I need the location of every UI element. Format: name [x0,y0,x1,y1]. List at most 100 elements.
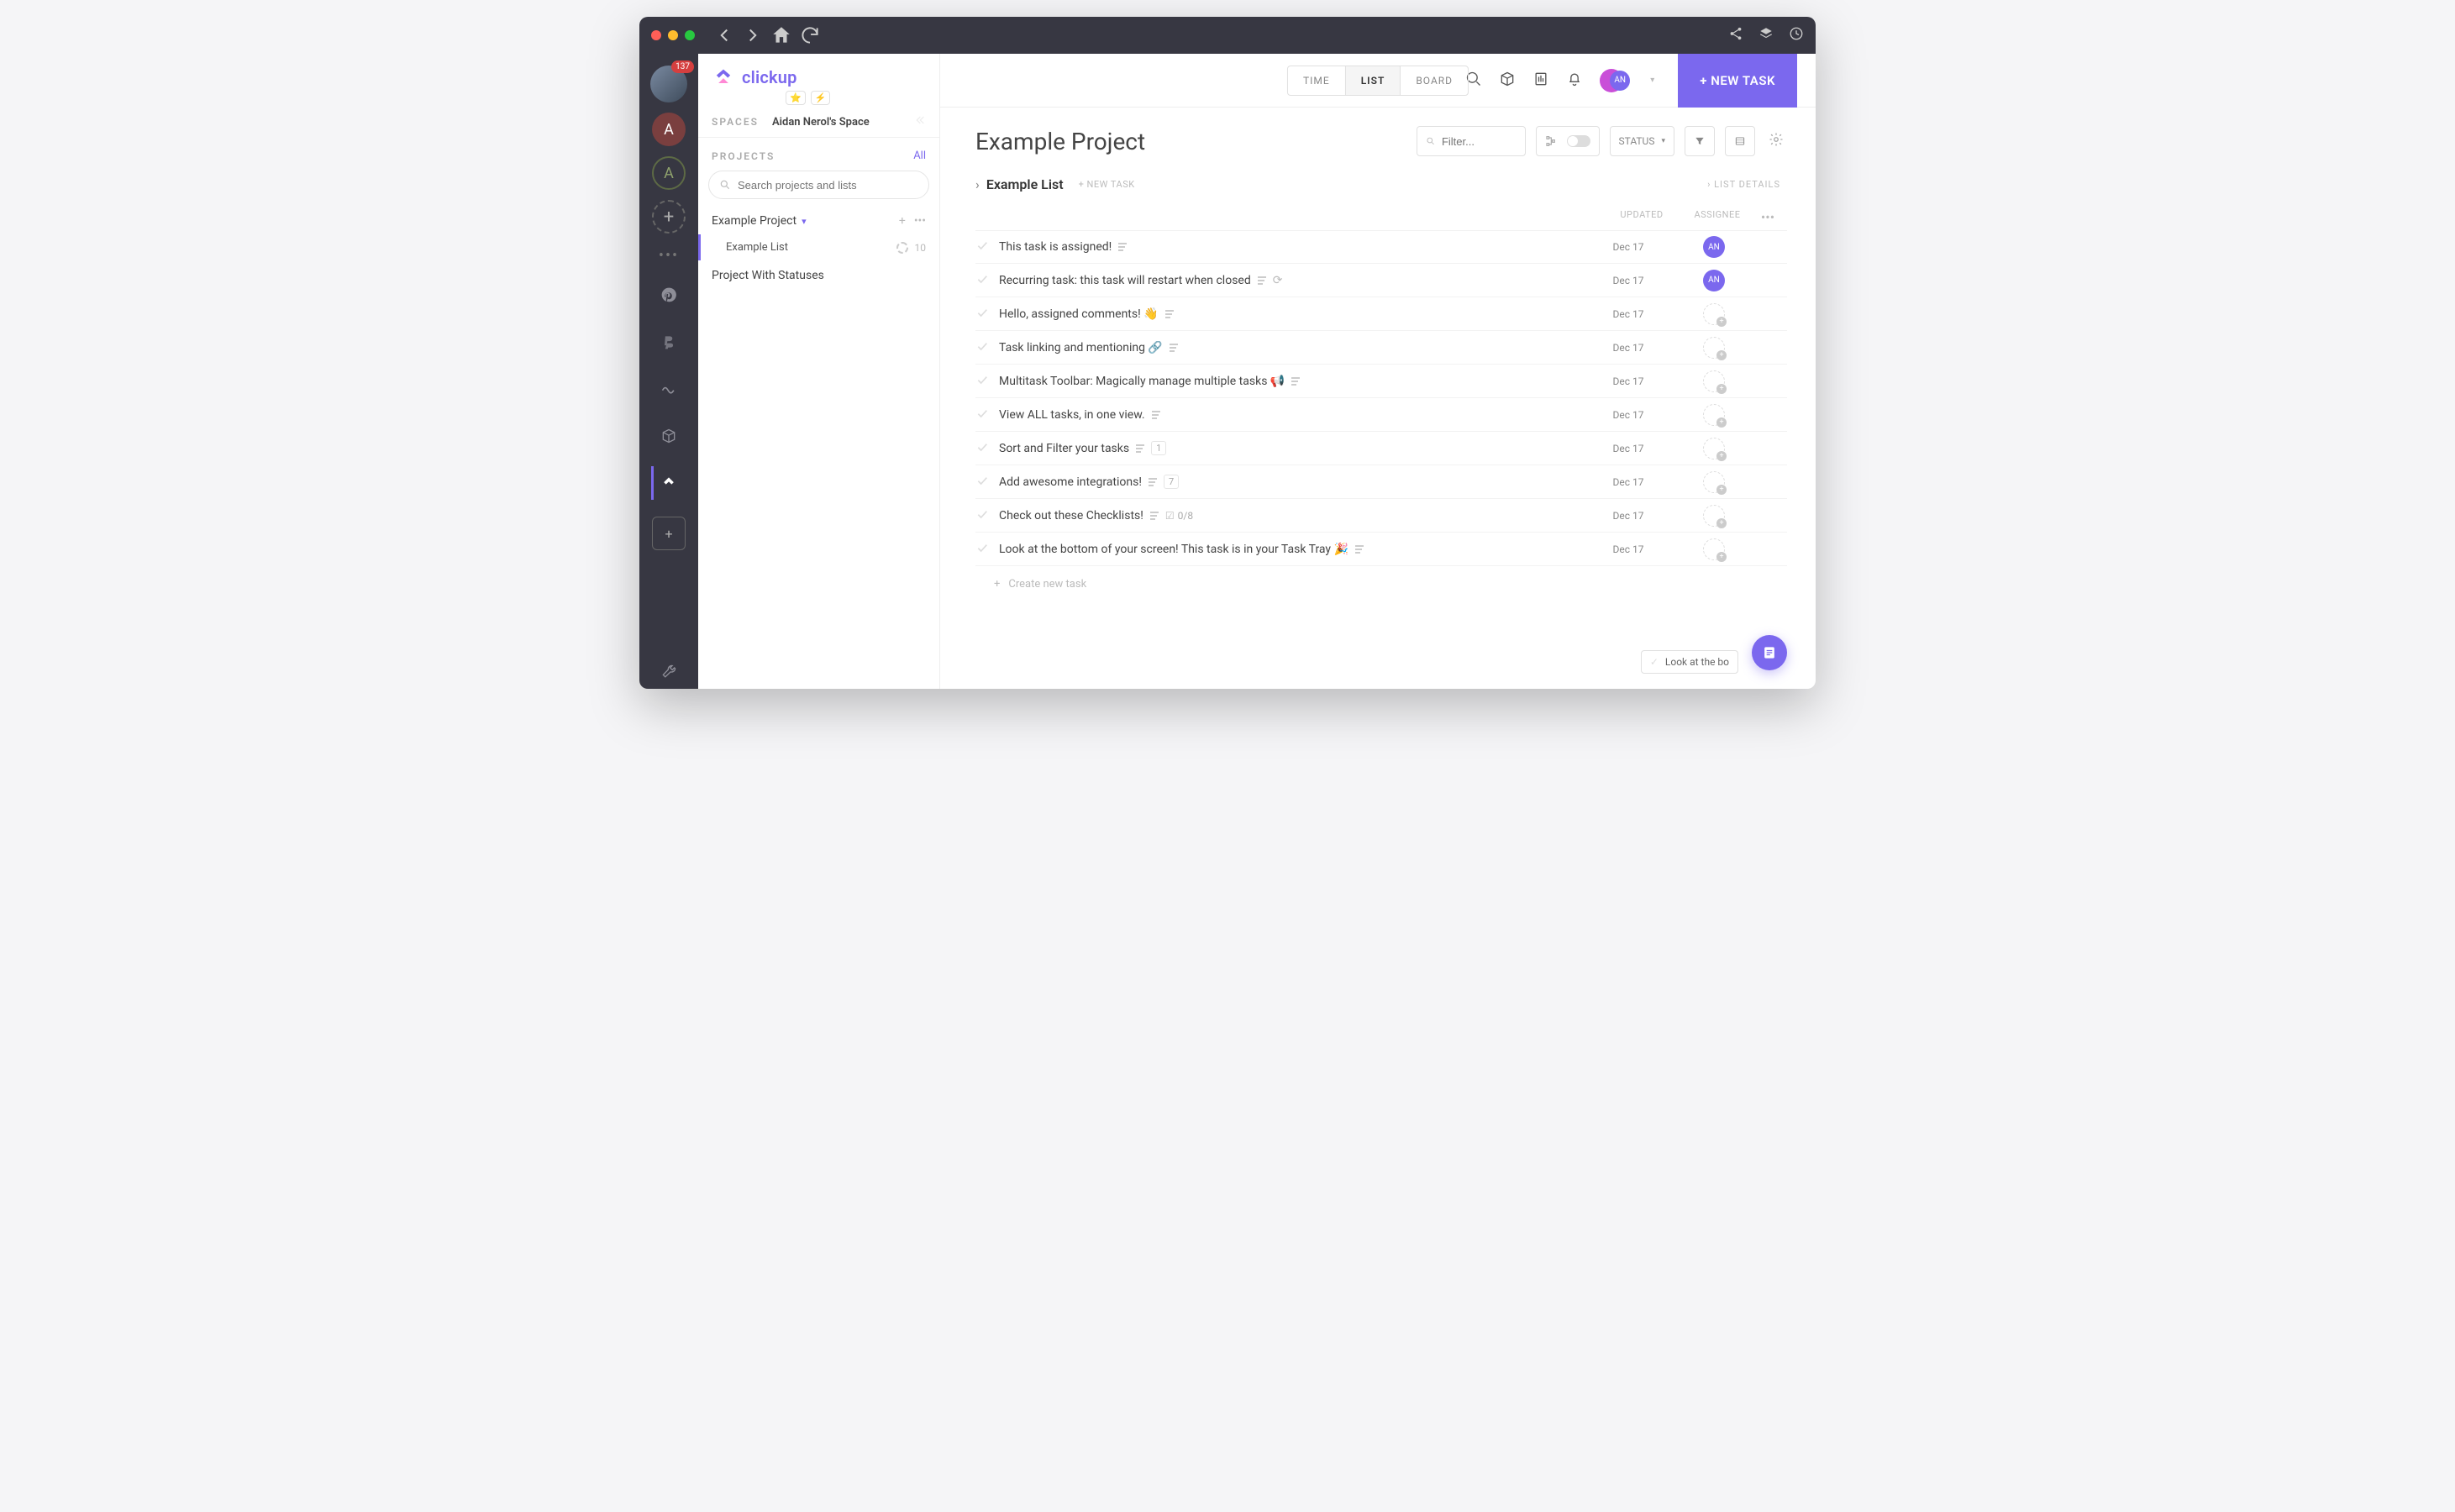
checkmark-icon[interactable] [975,272,989,289]
filter-input[interactable] [1417,126,1526,156]
checkmark-icon[interactable] [975,440,989,457]
search-projects-input[interactable] [708,171,929,199]
add-list-icon[interactable]: + [899,214,906,228]
task-title[interactable]: This task is assigned! [999,240,1580,254]
sidebar-project-example[interactable]: Example Project ▾ + ••• [698,207,939,234]
task-assignee[interactable] [1676,337,1752,359]
col-updated[interactable]: UPDATED [1604,209,1680,225]
task-title[interactable]: Recurring task: this task will restart w… [999,274,1580,287]
cube-icon[interactable] [1499,71,1516,91]
wave-icon[interactable] [652,372,686,406]
task-assignee[interactable] [1676,471,1752,493]
task-assignee[interactable]: AN [1676,236,1752,258]
task-title[interactable]: Sort and Filter your tasks1 [999,441,1580,455]
checkmark-icon[interactable] [975,507,989,524]
task-row[interactable]: Look at the bottom of your screen! This … [975,533,1787,566]
col-more-icon[interactable]: ••• [1755,209,1780,225]
task-assignee[interactable] [1676,505,1752,527]
checkmark-icon[interactable] [975,306,989,323]
checkmark-icon[interactable] [975,407,989,423]
more-workspaces[interactable]: ••• [659,247,679,265]
user-menu[interactable]: AN [1600,69,1633,92]
tab-list[interactable]: LIST [1346,66,1401,95]
notepad-fab[interactable] [1752,635,1787,670]
sidebar-list-example[interactable]: Example List 10 [698,234,939,260]
user-avatar[interactable]: 137 [650,66,687,102]
clickup-rail-icon[interactable] [651,466,685,500]
task-title[interactable]: Hello, assigned comments! 👋 [999,307,1580,321]
checkmark-icon[interactable] [975,239,989,255]
nav-back[interactable] [713,24,735,46]
task-title[interactable]: Multitask Toolbar: Magically manage mult… [999,375,1580,388]
collapse-sidebar-icon[interactable] [912,113,926,130]
columns-icon[interactable] [1725,126,1755,156]
checkmark-icon[interactable] [975,373,989,390]
new-task-button[interactable]: + NEW TASK [1678,54,1797,108]
space-name[interactable]: Aidan Nerol's Space [772,116,870,129]
checkmark-icon[interactable] [975,339,989,356]
task-assignee[interactable] [1676,370,1752,392]
task-row[interactable]: View ALL tasks, in one view.Dec 17 [975,398,1787,432]
task-title[interactable]: Check out these Checklists!☑0/8 [999,509,1580,522]
tab-time[interactable]: TIME [1288,66,1346,95]
task-title[interactable]: Look at the bottom of your screen! This … [999,543,1580,556]
filter-icon[interactable] [1685,126,1715,156]
workspace-a2[interactable]: A [652,156,686,190]
bell-icon[interactable] [1566,71,1583,91]
chevron-right-icon[interactable]: › [975,176,980,192]
task-row[interactable]: Recurring task: this task will restart w… [975,264,1787,297]
close-window[interactable] [651,30,661,40]
task-row[interactable]: Hello, assigned comments! 👋Dec 17 [975,297,1787,331]
sidebar-project-statuses[interactable]: Project With Statuses [698,260,939,291]
maximize-window[interactable] [685,30,695,40]
task-tray-item[interactable]: ✓ Look at the bo [1641,650,1738,674]
settings-wrench-icon[interactable] [652,655,686,689]
col-assignee[interactable]: ASSIGNEE [1680,209,1755,225]
project-more-icon[interactable]: ••• [914,214,926,228]
settings-gear-icon[interactable] [1765,132,1787,150]
task-row[interactable]: Task linking and mentioning 🔗Dec 17 [975,331,1787,365]
task-assignee[interactable]: AN [1676,270,1752,291]
layers-icon[interactable] [1758,26,1774,45]
tab-board[interactable]: BOARD [1401,66,1468,95]
task-row[interactable]: Add awesome integrations!7Dec 17 [975,465,1787,499]
reload-icon[interactable] [799,24,821,46]
list-new-task[interactable]: + NEW TASK [1079,179,1135,190]
create-task-row[interactable]: + Create new task [940,566,1816,591]
share-icon[interactable] [1728,26,1743,45]
status-filter[interactable]: STATUS ▾ [1610,126,1675,156]
toggle-switch[interactable] [1567,135,1590,147]
task-assignee[interactable] [1676,538,1752,560]
task-row[interactable]: Multitask Toolbar: Magically manage mult… [975,365,1787,398]
checkmark-icon[interactable] [975,474,989,491]
task-title[interactable]: Task linking and mentioning 🔗 [999,341,1580,354]
task-row[interactable]: Check out these Checklists!☑0/8Dec 17 [975,499,1787,533]
list-details-link[interactable]: › LIST DETAILS [1707,179,1780,190]
paypal-icon[interactable] [652,325,686,359]
home-icon[interactable] [770,24,792,46]
dashboard-icon[interactable] [1532,71,1549,91]
user-menu-chevron[interactable]: ▾ [1650,76,1654,85]
projects-all-link[interactable]: All [913,150,926,162]
search-field[interactable] [738,179,918,192]
add-workspace[interactable]: + [652,200,686,234]
task-assignee[interactable] [1676,404,1752,426]
task-assignee[interactable] [1676,303,1752,325]
box-icon[interactable] [652,419,686,453]
task-title[interactable]: View ALL tasks, in one view. [999,408,1580,422]
task-title[interactable]: Add awesome integrations!7 [999,475,1580,489]
nav-forward[interactable] [742,24,764,46]
task-assignee[interactable] [1676,438,1752,459]
workspace-a1[interactable]: A [652,113,686,146]
filter-field[interactable] [1442,135,1517,148]
checkmark-icon[interactable] [975,541,989,558]
task-row[interactable]: This task is assigned! Dec 17 AN [975,230,1787,264]
minimize-window[interactable] [668,30,678,40]
task-row[interactable]: Sort and Filter your tasks1Dec 17 [975,432,1787,465]
pinterest-icon[interactable] [652,278,686,312]
hierarchy-toggle[interactable] [1536,126,1600,156]
list-title[interactable]: Example List [986,176,1064,192]
history-icon[interactable] [1789,26,1804,45]
add-app[interactable]: + [652,517,686,550]
task-updated: Dec 17 [1590,241,1666,253]
